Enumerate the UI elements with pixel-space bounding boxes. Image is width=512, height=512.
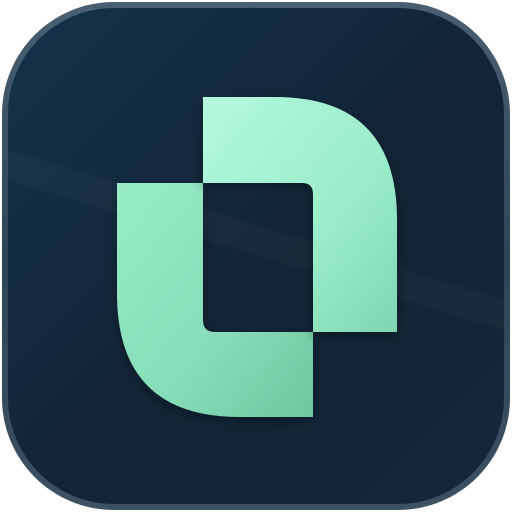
icon-tile (8, 8, 504, 504)
app-icon[interactable] (0, 0, 512, 512)
app-icon-graphic (2, 2, 510, 510)
